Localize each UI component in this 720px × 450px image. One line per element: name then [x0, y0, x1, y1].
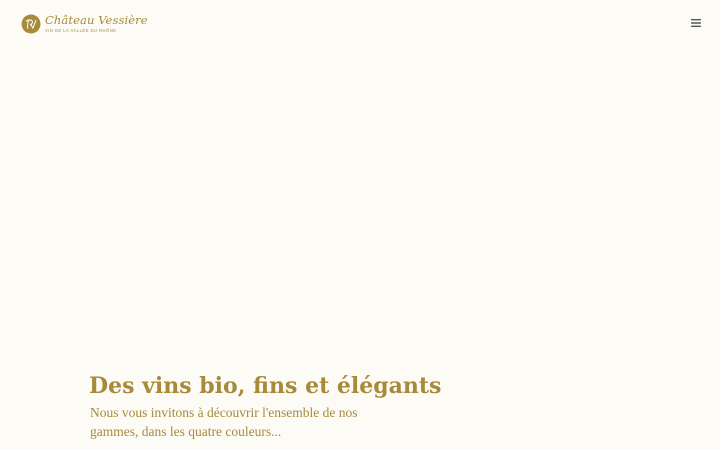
logo-tagline: VIN DE LA VALLÉE DU RHÔNE — [45, 27, 117, 33]
monogram-emblem-icon — [21, 14, 41, 34]
menu-button[interactable] — [688, 15, 704, 31]
hero-section: Des vins bio, fins et élégants Nous vous… — [89, 370, 442, 441]
hero-title: Des vins bio, fins et élégants — [89, 373, 442, 399]
logo-name: Château Vessière — [45, 13, 148, 28]
hero-intro-text: Nous vous invitons à découvrir l'ensembl… — [90, 405, 358, 439]
hamburger-menu-icon — [691, 19, 701, 27]
logo-wordmark: Château Vessière VIN DE LA VALLÉE DU RHÔ… — [45, 15, 148, 33]
chateau-vessiere-logo-link[interactable]: Château Vessière VIN DE LA VALLÉE DU RHÔ… — [21, 12, 148, 36]
site-header: Château Vessière VIN DE LA VALLÉE DU RHÔ… — [0, 0, 720, 46]
